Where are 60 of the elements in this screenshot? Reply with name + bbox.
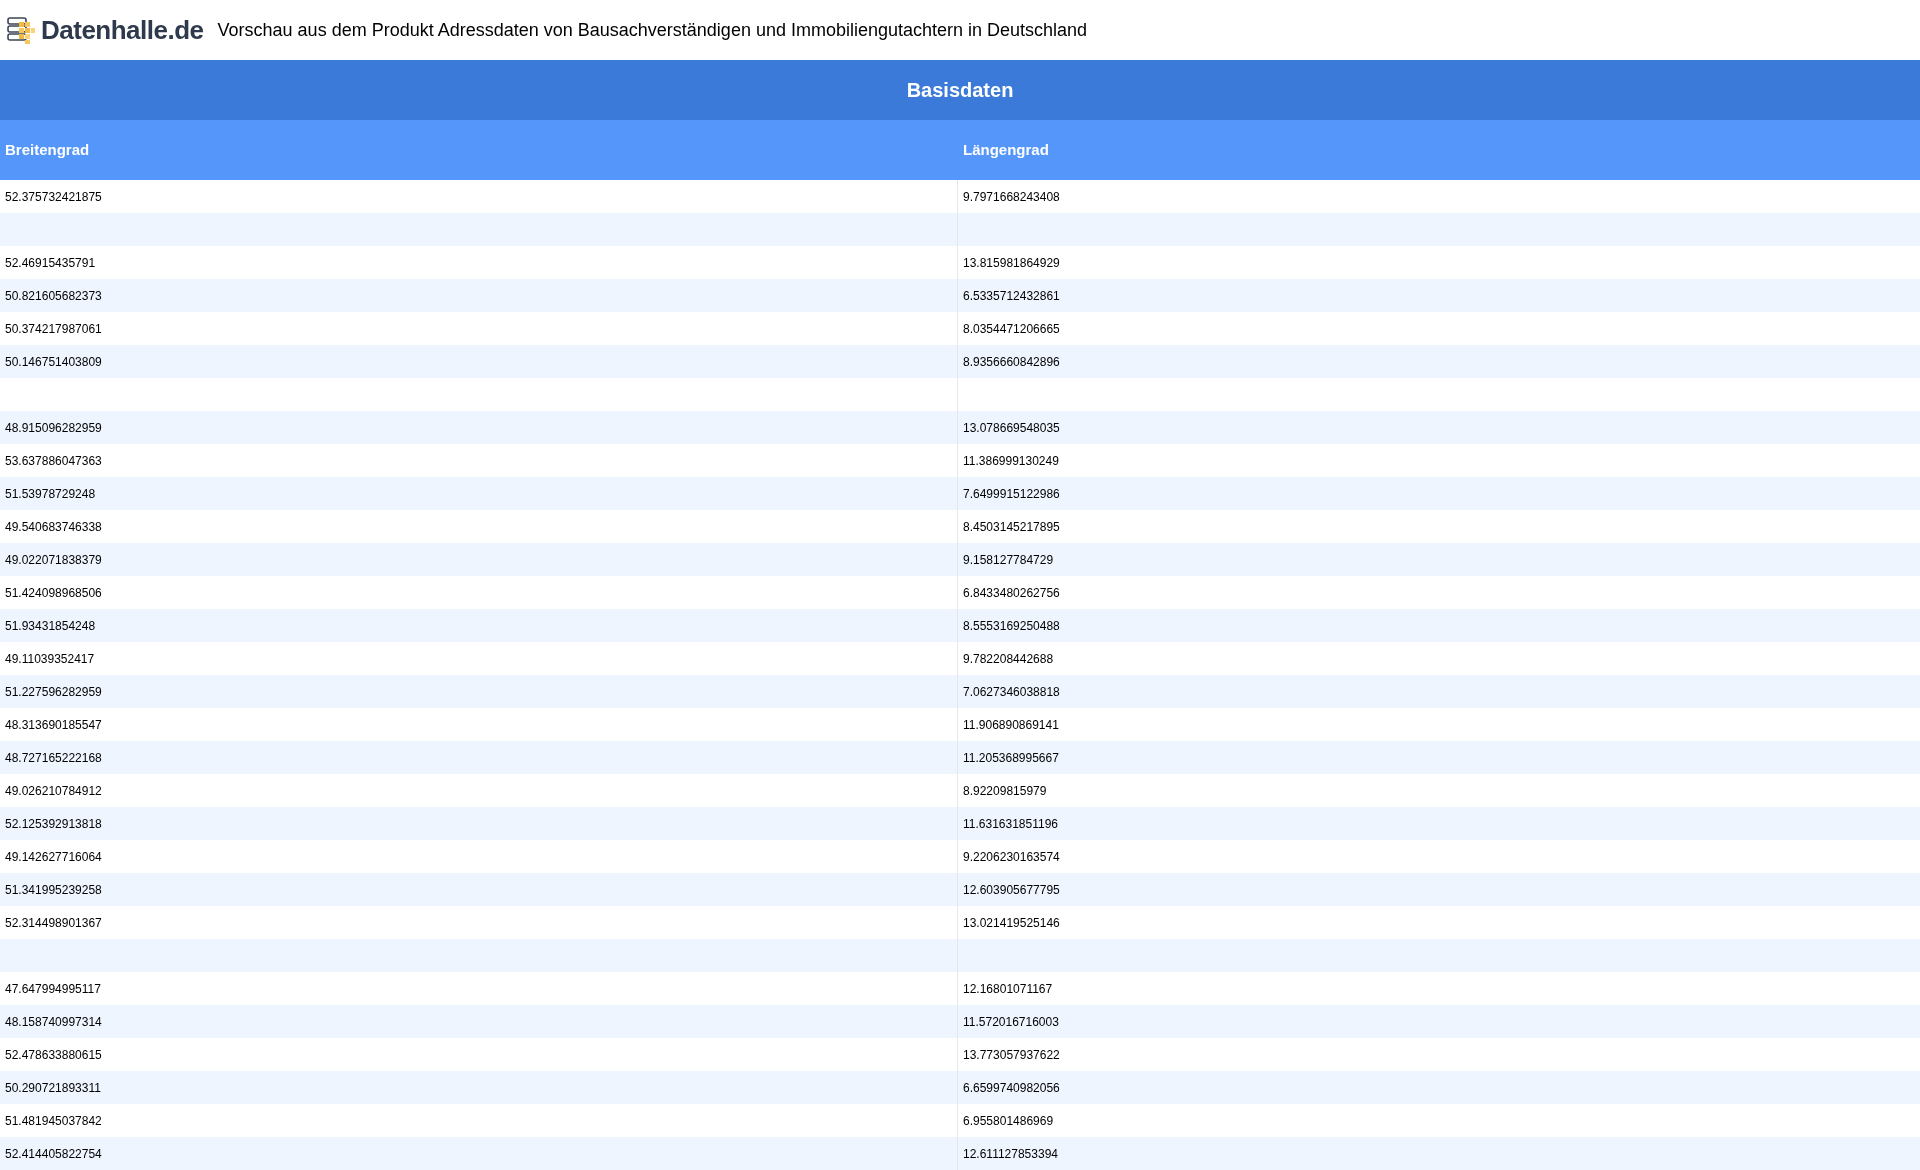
table-cell-text: 6.8433480262756 (963, 584, 1060, 602)
table-cell-text: 51.93431854248 (5, 617, 96, 635)
table-cell-text: 11.205368995667 (963, 749, 1059, 767)
table-cell-text: 48.915096282959 (5, 419, 102, 437)
table-cell-text: 7.6499915122986 (963, 485, 1060, 503)
table-cell-text: 9.158127784729 (963, 551, 1054, 569)
table-cell-text: 6.6599740982056 (963, 1079, 1060, 1097)
table-cell-text: 51.424098968506 (5, 584, 102, 602)
table-cell-text: 47.647994995117 (5, 980, 101, 998)
table-cell-text: 48.727165222168 (5, 749, 102, 767)
table-cell-text: 8.4503145217895 (963, 518, 1060, 536)
table-cell-text: 12.16801071167 (963, 980, 1053, 998)
table-cell-text: 9.2206230163574 (963, 848, 1060, 866)
table-cell-text: 48.158740997314 (5, 1013, 102, 1031)
table-cell-text: 52.375732421875 (5, 188, 102, 206)
table-cell-text: 7.0627346038818 (963, 683, 1060, 701)
table-cell-text: 12.603905677795 (963, 881, 1060, 899)
table-cell-text: 8.92209815979 (963, 782, 1047, 800)
table-cell-text: 52.125392913818 (5, 815, 102, 833)
table-cell-text: 50.374217987061 (5, 320, 102, 338)
table-cell-text: 12.611127853394 (963, 1145, 1058, 1163)
table-cell-text: 49.540683746338 (5, 518, 102, 536)
table-title: Basisdaten (0, 60, 1920, 120)
table-cell-text: 52.314498901367 (5, 914, 102, 932)
table-cell-text: 50.821605682373 (5, 287, 102, 305)
table-cell-text: 49.022071838379 (5, 551, 102, 569)
logo-text: Datenhalle.de (41, 13, 204, 47)
table-cell-text: 53.637886047363 (5, 452, 102, 470)
table-cell-text: 51.341995239258 (5, 881, 102, 899)
table-cell-text: 52.478633880615 (5, 1046, 102, 1064)
column-header: Längengrad (962, 139, 1050, 160)
page-title: Vorschau aus dem Produkt Adressdaten von Bausachverständigen und Immobiliengutachtern in Deutschland (217, 18, 1088, 42)
table-cell-text: 49.142627716064 (5, 848, 102, 866)
table-cell-text: 8.5553169250488 (963, 617, 1060, 635)
column-header: Breitengrad (4, 139, 91, 160)
table-cell-text: 9.7971668243408 (963, 188, 1060, 206)
table-cell-text: 48.313690185547 (5, 716, 102, 734)
table-cell-text: 52.414405822754 (5, 1145, 102, 1163)
table-cell-text: 11.906890869141 (963, 716, 1059, 734)
table-cell-text: 51.481945037842 (5, 1112, 102, 1130)
table-cell-text: 49.026210784912 (5, 782, 102, 800)
table-cell-text: 8.9356660842896 (963, 353, 1060, 371)
table-cell-text: 50.146751403809 (5, 353, 102, 371)
table-cell-text: 6.955801486969 (963, 1112, 1054, 1130)
database-logo-icon (5, 14, 37, 46)
table-cell-text: 52.46915435791 (5, 254, 96, 272)
table-cell-text: 6.5335712432861 (963, 287, 1060, 305)
table-cell-text: 13.815981864929 (963, 254, 1060, 272)
table-cell-text: 11.572016716003 (963, 1013, 1059, 1031)
table-cell-text: 50.290721893311 (5, 1079, 101, 1097)
table-cell-text: 9.782208442688 (963, 650, 1054, 668)
table-cell-text: 11.386999130249 (963, 452, 1059, 470)
table-cell-text: 13.078669548035 (963, 419, 1060, 437)
table-cell-text: 13.021419525146 (963, 914, 1060, 932)
table-cell-text: 11.631631851196 (963, 815, 1058, 833)
table-cell-text: 8.0354471206665 (963, 320, 1060, 338)
table-cell-text: 49.11039352417 (5, 650, 95, 668)
table-cell-text: 13.773057937622 (963, 1046, 1060, 1064)
table-cell-text: 51.53978729248 (5, 485, 96, 503)
table-cell-text: 51.227596282959 (5, 683, 102, 701)
